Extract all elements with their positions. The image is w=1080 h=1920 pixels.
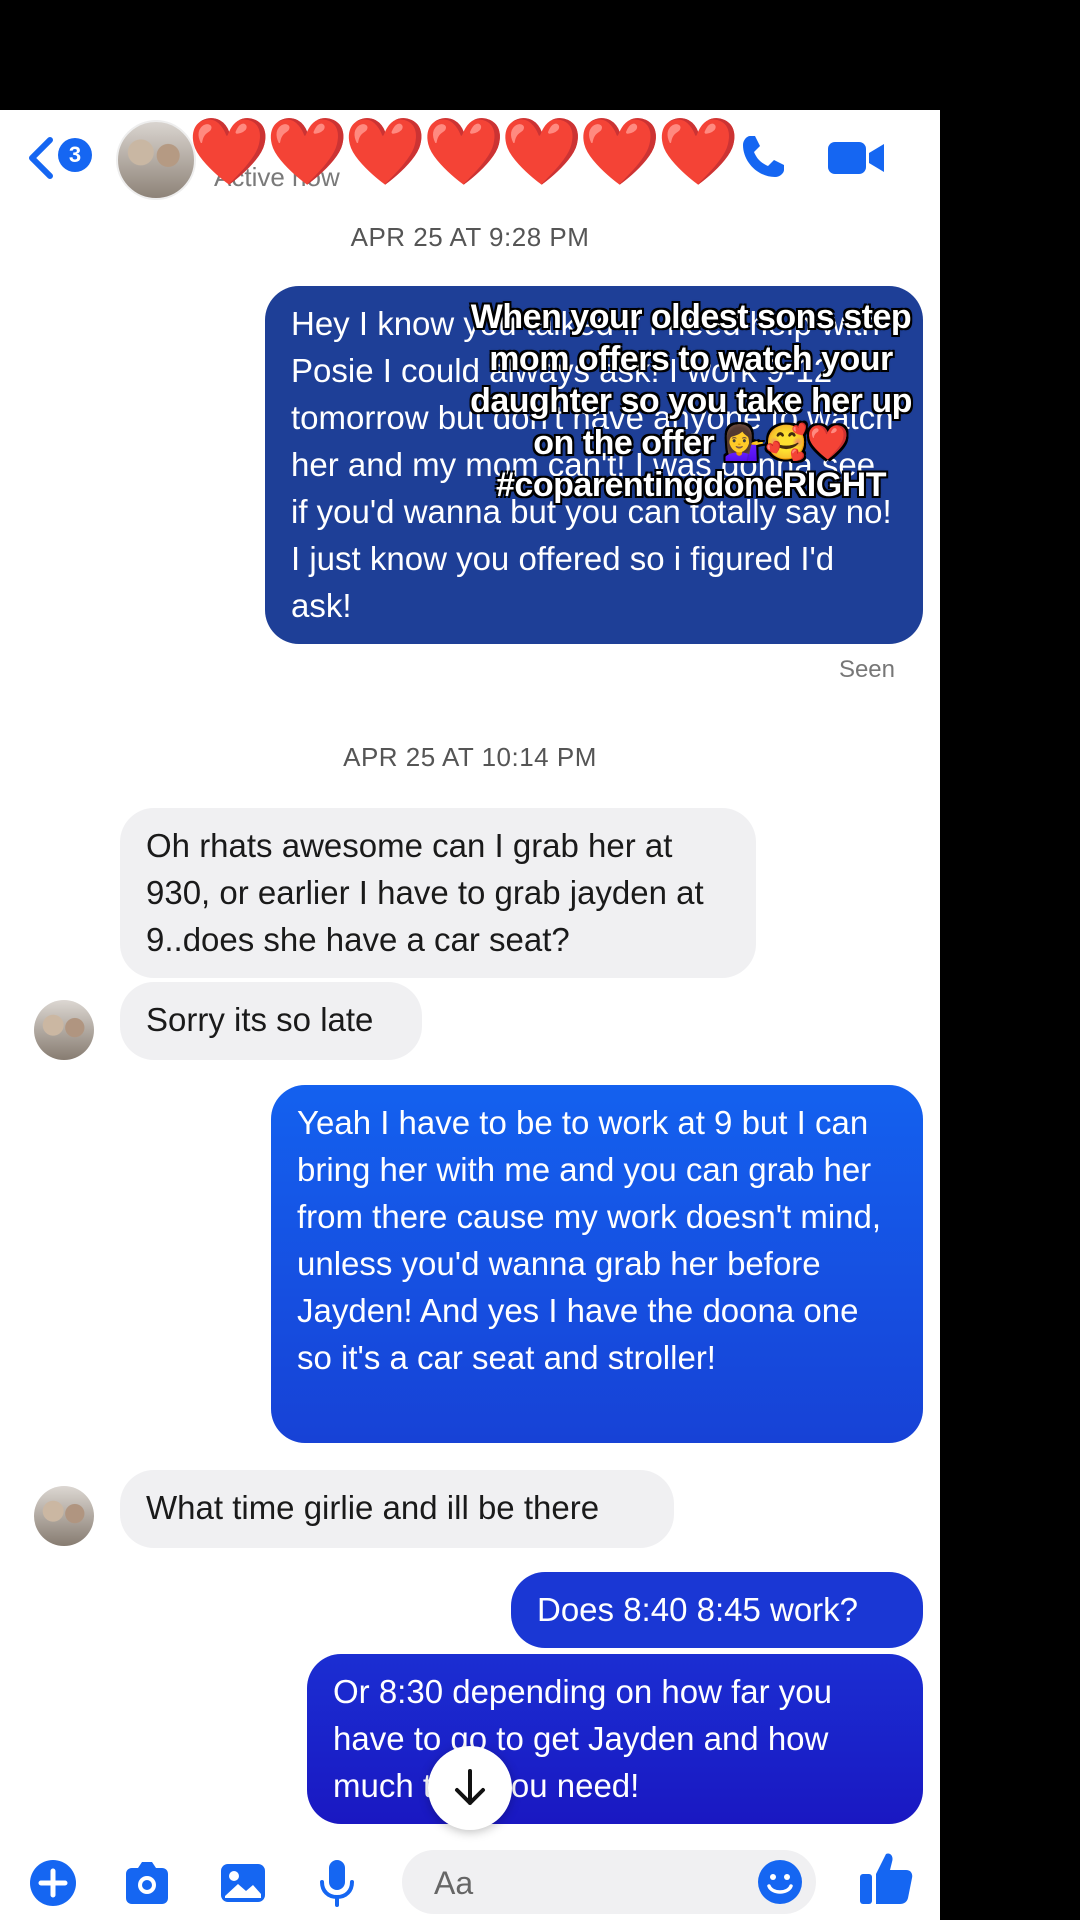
contact-avatar-small[interactable] <box>34 1000 94 1060</box>
received-message-bubble[interactable]: Sorry its so late <box>120 982 422 1060</box>
timestamp: APR 25 AT 9:28 PM <box>350 222 590 252</box>
phone-call-icon[interactable] <box>738 132 788 182</box>
received-message-bubble[interactable]: Oh rhats awesome can I grab her at 930, … <box>120 808 756 978</box>
contact-avatar-small[interactable] <box>34 1486 94 1546</box>
contact-avatar[interactable] <box>116 120 196 200</box>
scroll-to-bottom-button[interactable] <box>428 1746 512 1830</box>
video-caption-overlay: When your oldest sons step mom offers to… <box>470 298 912 504</box>
camera-icon[interactable] <box>122 1858 172 1908</box>
arrow-down-icon <box>455 1769 485 1805</box>
gallery-icon[interactable] <box>218 1858 268 1908</box>
plus-icon[interactable] <box>28 1858 78 1908</box>
microphone-icon[interactable] <box>312 1858 362 1908</box>
message-input[interactable] <box>432 1860 736 1906</box>
sent-message-bubble[interactable]: Or 8:30 depending on how far you have to… <box>307 1654 923 1824</box>
chat-header: 3 Active now ❤️❤️❤️❤️❤️❤️❤️ <box>0 110 940 202</box>
received-message-bubble[interactable]: What time girlie and ill be there <box>120 1470 674 1548</box>
sent-message-bubble[interactable]: Does 8:40 8:45 work? <box>511 1572 923 1648</box>
back-button[interactable]: 3 <box>26 134 96 180</box>
seen-indicator: Seen <box>838 656 895 683</box>
message-toolbar <box>0 1846 940 1920</box>
video-call-icon[interactable] <box>826 136 886 180</box>
chat-screen: 3 Active now ❤️❤️❤️❤️❤️❤️❤️ APR 25 AT 9:… <box>0 110 940 1920</box>
message-composer[interactable] <box>402 1850 816 1914</box>
unread-count-badge: 3 <box>58 138 92 172</box>
heart-emoji-overlay: ❤️❤️❤️❤️❤️❤️❤️ <box>188 114 739 188</box>
timestamp: APR 25 AT 10:14 PM <box>343 742 597 772</box>
emoji-icon[interactable] <box>756 1858 804 1906</box>
sent-message-bubble[interactable]: Yeah I have to be to work at 9 but I can… <box>271 1085 923 1443</box>
chevron-left-icon <box>29 137 53 179</box>
thumbs-up-icon[interactable] <box>856 1848 916 1908</box>
